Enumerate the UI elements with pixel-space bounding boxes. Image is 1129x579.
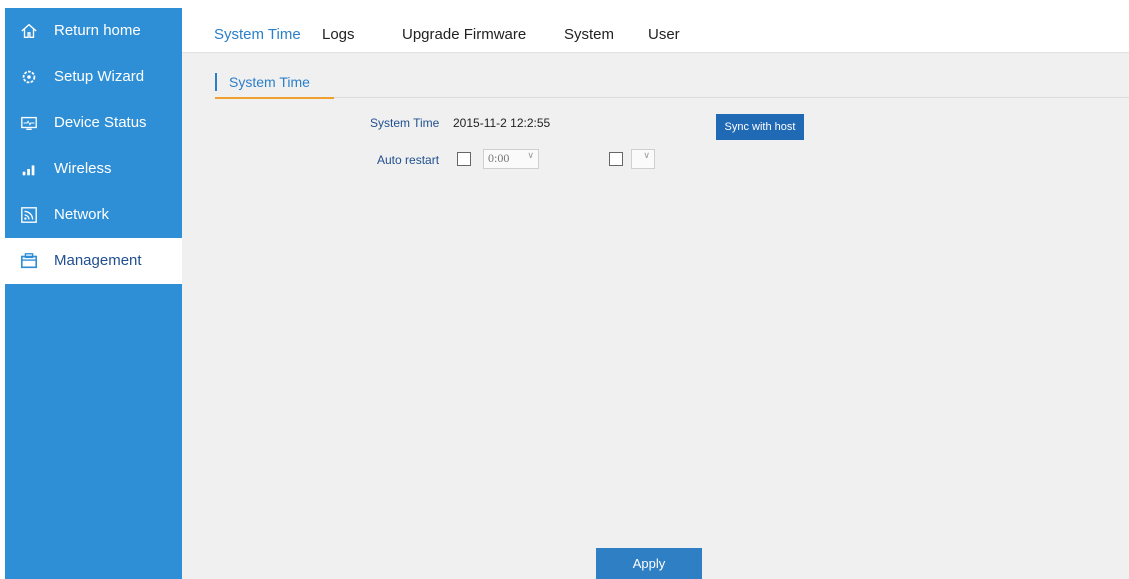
sidebar: Return home Setup Wizard Device Status W… (5, 8, 182, 579)
chevron-down-icon: ∨ (643, 151, 650, 161)
main-content: System Time Logs Upgrade Firmware System… (182, 8, 1129, 579)
tab-system[interactable]: System (564, 26, 614, 44)
restart-time-select[interactable]: 0:00 ∨ (483, 149, 539, 169)
sidebar-item-label: Management (54, 252, 142, 269)
system-time-label: System Time (370, 116, 440, 130)
section-title: System Time (229, 74, 310, 90)
divider (334, 97, 1129, 98)
gear-icon (19, 67, 39, 87)
tab-upgrade-firmware[interactable]: Upgrade Firmware (402, 26, 526, 44)
sidebar-item-return-home[interactable]: Return home (5, 8, 182, 54)
auto-restart-label: Auto restart (377, 153, 440, 167)
schedule-select[interactable]: ∨ (631, 149, 655, 169)
sidebar-item-setup-wizard[interactable]: Setup Wizard (5, 54, 182, 100)
system-time-value: 2015-11-2 12:2:55 (453, 116, 551, 130)
sidebar-item-label: Wireless (54, 160, 112, 177)
section-marker (215, 73, 217, 91)
auto-restart-checkbox[interactable] (457, 152, 471, 166)
signal-bars-icon (19, 159, 39, 179)
tab-user[interactable]: User (648, 26, 680, 44)
monitor-icon (19, 113, 39, 133)
sidebar-item-label: Device Status (54, 114, 147, 131)
sync-with-host-button[interactable]: Sync with host (716, 114, 804, 140)
tab-bar: System Time Logs Upgrade Firmware System… (182, 8, 1129, 53)
restart-time-value: 0:00 (488, 151, 510, 165)
schedule-checkbox[interactable] (609, 152, 623, 166)
apply-button[interactable]: Apply (596, 548, 702, 579)
home-icon (19, 21, 39, 41)
toolbox-icon (19, 251, 39, 271)
chevron-down-icon: ∨ (527, 151, 534, 161)
sidebar-item-label: Return home (54, 22, 141, 39)
sidebar-item-wireless[interactable]: Wireless (5, 146, 182, 192)
tab-logs[interactable]: Logs (322, 26, 355, 44)
sidebar-item-management[interactable]: Management (5, 238, 182, 284)
network-icon (19, 205, 39, 225)
section-underline (215, 97, 334, 99)
sidebar-item-network[interactable]: Network (5, 192, 182, 238)
sidebar-item-label: Network (54, 206, 110, 223)
tab-system-time[interactable]: System Time (214, 26, 301, 44)
sidebar-item-label: Setup Wizard (54, 68, 145, 85)
sidebar-item-device-status[interactable]: Device Status (5, 100, 182, 146)
